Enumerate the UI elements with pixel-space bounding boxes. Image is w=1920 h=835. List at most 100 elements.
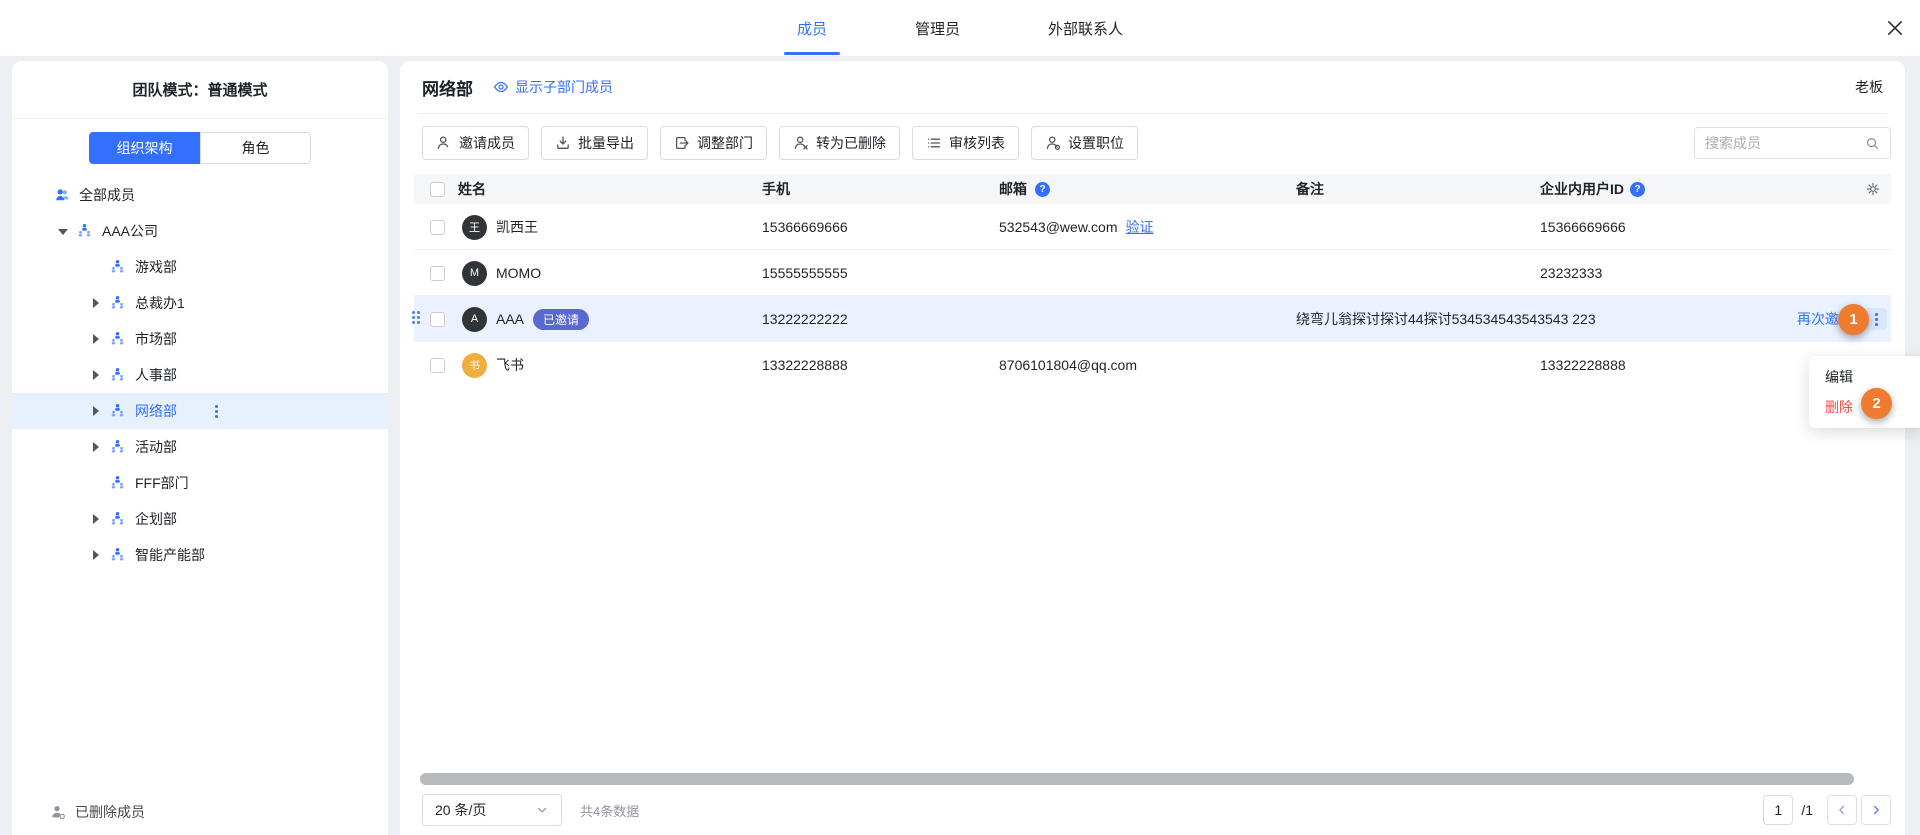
- tree-item-10[interactable]: 智能产能部: [12, 537, 388, 573]
- help-icon[interactable]: ?: [1035, 182, 1050, 197]
- member-name: 凯西王: [496, 217, 538, 237]
- column-label: 手机: [762, 179, 790, 199]
- department-title: 网络部: [422, 75, 473, 100]
- tree-item-9[interactable]: 企划部: [12, 501, 388, 537]
- drag-handle-icon[interactable]: [412, 311, 420, 324]
- tree-item-4[interactable]: 市场部: [12, 321, 388, 357]
- caret-right-icon[interactable]: [91, 406, 101, 416]
- horizontal-scrollbar[interactable]: [420, 773, 1854, 785]
- people-icon: [54, 187, 70, 203]
- tab-admins[interactable]: 管理员: [915, 0, 960, 56]
- role-button[interactable]: 角色: [200, 132, 311, 164]
- row-checkbox-cell: [430, 204, 445, 250]
- table-row: AAAA已邀请13222222222绕弯儿翁探讨探讨44探讨5345345435…: [414, 296, 1891, 342]
- chevron-down-icon: [535, 803, 549, 817]
- table-row: 王凯西王15366669666532543@wew.com验证153666696…: [414, 204, 1891, 250]
- panel-header: 网络部 显示子部门成员 老板: [400, 61, 1905, 113]
- caret-right-icon[interactable]: [91, 514, 101, 524]
- more-actions-icon[interactable]: [215, 405, 218, 418]
- email-value: 8706101804@qq.com: [999, 357, 1137, 373]
- tree-item-5[interactable]: 人事部: [12, 357, 388, 393]
- select-all-checkbox[interactable]: [430, 182, 445, 197]
- tree-item-0[interactable]: 全部成员: [12, 177, 388, 213]
- verify-link[interactable]: 验证: [1126, 217, 1154, 237]
- person-add-button[interactable]: 邀请成员: [422, 126, 529, 160]
- caret-right-icon[interactable]: [91, 334, 101, 344]
- tab-members[interactable]: 成员: [797, 0, 827, 56]
- next-page-button[interactable]: [1861, 795, 1891, 825]
- search-input[interactable]: [1705, 135, 1865, 151]
- table-body: 王凯西王15366669666532543@wew.com验证153666696…: [414, 204, 1891, 388]
- total-count-label: 共4条数据: [580, 801, 639, 820]
- column-settings-icon[interactable]: [1865, 181, 1881, 197]
- row-checkbox[interactable]: [430, 266, 445, 281]
- member-name: 飞书: [496, 355, 524, 375]
- show-sub-dept-toggle[interactable]: 显示子部门成员: [493, 77, 613, 97]
- person-gear-icon: [1045, 135, 1061, 151]
- caret-right-icon[interactable]: [91, 370, 101, 380]
- download-icon: [555, 135, 571, 151]
- search-icon[interactable]: [1865, 136, 1880, 151]
- tree-item-label: 全部成员: [79, 185, 135, 205]
- toolbar: 邀请成员 批量导出 调整部门转为已删除审核列表 设置职位: [422, 126, 1891, 160]
- toolbar-button-label: 邀请成员: [459, 133, 515, 153]
- person-remove-button[interactable]: 转为已删除: [779, 126, 900, 160]
- caret-down-icon[interactable]: [58, 226, 68, 236]
- tree-item-6[interactable]: 网络部: [12, 393, 388, 429]
- prev-page-button[interactable]: [1827, 795, 1857, 825]
- org-structure-button[interactable]: 组织架构: [89, 132, 200, 164]
- column-label: 企业内用户ID: [1540, 179, 1624, 199]
- move-dept-icon: [674, 135, 690, 151]
- tabs: 成员 管理员 外部联系人: [0, 0, 1920, 56]
- person-add-icon: [436, 135, 452, 151]
- deleted-members-entry[interactable]: 已删除成员: [12, 802, 145, 822]
- list-icon: [926, 135, 942, 151]
- close-icon[interactable]: [1886, 19, 1904, 37]
- pager: 1 /1: [1763, 795, 1891, 825]
- download-button[interactable]: 批量导出: [541, 126, 648, 160]
- email-cell: 8706101804@qq.com: [999, 342, 1137, 388]
- tree-item-1[interactable]: AAA公司: [12, 213, 388, 249]
- page-size-select[interactable]: 20 条/页: [422, 794, 562, 826]
- department-icon: [77, 223, 93, 239]
- tree-item-2[interactable]: 游戏部: [12, 249, 388, 285]
- avatar: 书: [462, 353, 487, 378]
- table-row: MMOMO1555555555523232333: [414, 250, 1891, 296]
- tree-item-7[interactable]: 活动部: [12, 429, 388, 465]
- boss-filter[interactable]: 老板: [1855, 77, 1883, 97]
- caret-right-icon[interactable]: [91, 550, 101, 560]
- list-button[interactable]: 审核列表: [912, 126, 1019, 160]
- caret-right-icon[interactable]: [91, 298, 101, 308]
- caret-right-icon[interactable]: [91, 442, 101, 452]
- column-header-remark: 备注: [1296, 174, 1324, 204]
- members-panel: 网络部 显示子部门成员 老板 邀请成员 批量导出 调整部门转为已删除审核列表 设置职位…: [400, 61, 1905, 835]
- current-page-box[interactable]: 1: [1763, 795, 1793, 825]
- move-dept-button[interactable]: 调整部门: [660, 126, 767, 160]
- tab-external-contacts[interactable]: 外部联系人: [1048, 0, 1123, 56]
- show-sub-dept-label: 显示子部门成员: [515, 77, 613, 97]
- avatar: 王: [462, 215, 487, 240]
- tree-item-label: AAA公司: [102, 221, 158, 241]
- tree-item-label: 企划部: [135, 509, 177, 529]
- tree-item-8[interactable]: FFF部门: [12, 465, 388, 501]
- tree-item-3[interactable]: 总裁办1: [12, 285, 388, 321]
- row-checkbox[interactable]: [430, 358, 445, 373]
- toolbar-button-label: 批量导出: [578, 133, 634, 153]
- user-id-cell: 15366669666: [1540, 204, 1626, 250]
- row-checkbox[interactable]: [430, 220, 445, 235]
- help-icon[interactable]: ?: [1630, 182, 1645, 197]
- person-gear-button[interactable]: 设置职位: [1031, 126, 1138, 160]
- toolbar-button-label: 设置职位: [1068, 133, 1124, 153]
- top-tab-bar: 成员 管理员 外部联系人: [0, 0, 1920, 56]
- phone-cell: 13322228888: [762, 342, 848, 388]
- context-menu-item-edit[interactable]: 编辑: [1809, 362, 1920, 392]
- tree-item-label: 智能产能部: [135, 545, 205, 565]
- member-name: MOMO: [496, 265, 541, 281]
- org-sidebar: 团队模式：普通模式 组织架构 角色 全部成员AAA公司游戏部总裁办1市场部人事部…: [12, 61, 388, 835]
- member-search-box: [1694, 127, 1891, 159]
- row-checkbox[interactable]: [430, 312, 445, 327]
- column-header-phone: 手机: [762, 174, 790, 204]
- column-header-id: 企业内用户ID?: [1540, 174, 1645, 204]
- table-header: 姓名手机邮箱?备注企业内用户ID?: [414, 174, 1891, 204]
- column-label: 邮箱: [999, 179, 1027, 199]
